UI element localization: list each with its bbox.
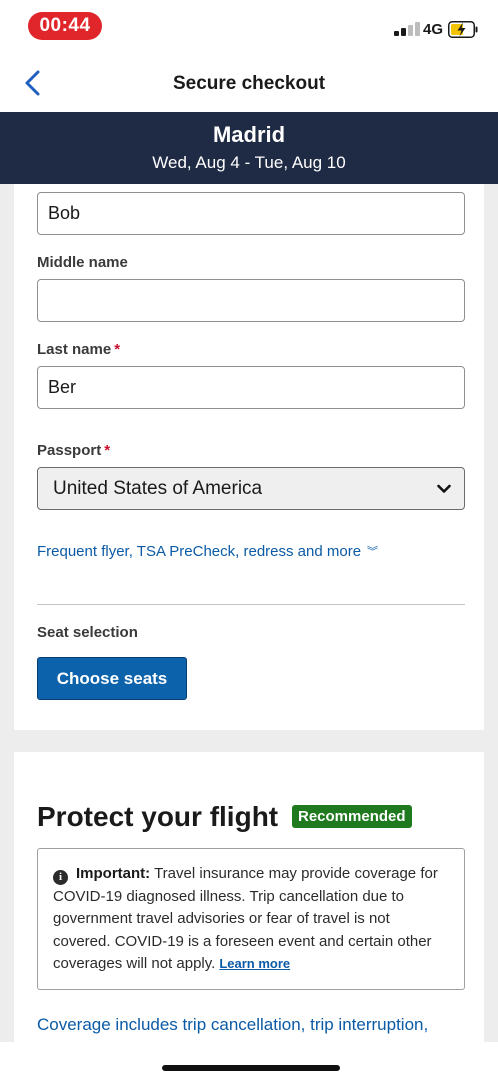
- learn-more-link[interactable]: Learn more: [219, 956, 290, 971]
- status-bar: 00:44 4G: [0, 0, 498, 52]
- required-marker: *: [104, 442, 111, 459]
- divider: [37, 604, 465, 605]
- page-title: Secure checkout: [172, 73, 326, 94]
- more-traveler-options-link[interactable]: Frequent flyer, TSA PreCheck, redress an…: [37, 543, 378, 560]
- protect-flight-card: Protect your flight Recommended i Importa…: [14, 752, 484, 1042]
- coverage-description: Coverage includes trip cancellation, tri…: [37, 1015, 429, 1034]
- notice-bold-label: Important:: [76, 865, 151, 882]
- traveler-details-card: Middle name Last name* Passport* United …: [14, 184, 484, 730]
- last-name-label: Last name *: [37, 341, 121, 358]
- choose-seats-button[interactable]: Choose seats: [37, 657, 187, 700]
- trip-dates: Wed, Aug 4 - Tue, Aug 10: [152, 153, 346, 172]
- chevron-down-icon: [437, 484, 451, 493]
- passport-selected-value: United States of America: [53, 478, 263, 499]
- home-indicator-area: [0, 1042, 498, 1080]
- required-marker: *: [114, 341, 121, 358]
- protect-flight-title: Protect your flight: [37, 801, 279, 832]
- covid-notice: i Important: Travel insurance may provide…: [37, 848, 465, 990]
- passport-label: Passport *: [37, 442, 111, 459]
- double-chevron-down-icon: ︾: [367, 546, 379, 558]
- first-name-input[interactable]: [37, 192, 465, 235]
- middle-name-label: Middle name: [37, 254, 128, 271]
- recommended-badge: Recommended: [292, 805, 412, 828]
- signal-icon: [394, 22, 420, 36]
- info-icon: i: [53, 870, 68, 885]
- passport-select[interactable]: United States of America: [37, 467, 465, 510]
- trip-destination: Madrid: [212, 122, 286, 147]
- middle-name-input[interactable]: [37, 279, 465, 322]
- battery-charging-icon: [448, 21, 478, 38]
- seat-selection-label: Seat selection: [37, 624, 138, 641]
- trip-summary-header: Madrid Wed, Aug 4 - Tue, Aug 10: [0, 112, 498, 184]
- nav-bar: Secure checkout: [0, 52, 498, 112]
- last-name-input[interactable]: [37, 366, 465, 409]
- network-label: 4G: [423, 21, 444, 38]
- status-time: 00:44: [28, 12, 102, 40]
- home-indicator[interactable]: [162, 1065, 340, 1071]
